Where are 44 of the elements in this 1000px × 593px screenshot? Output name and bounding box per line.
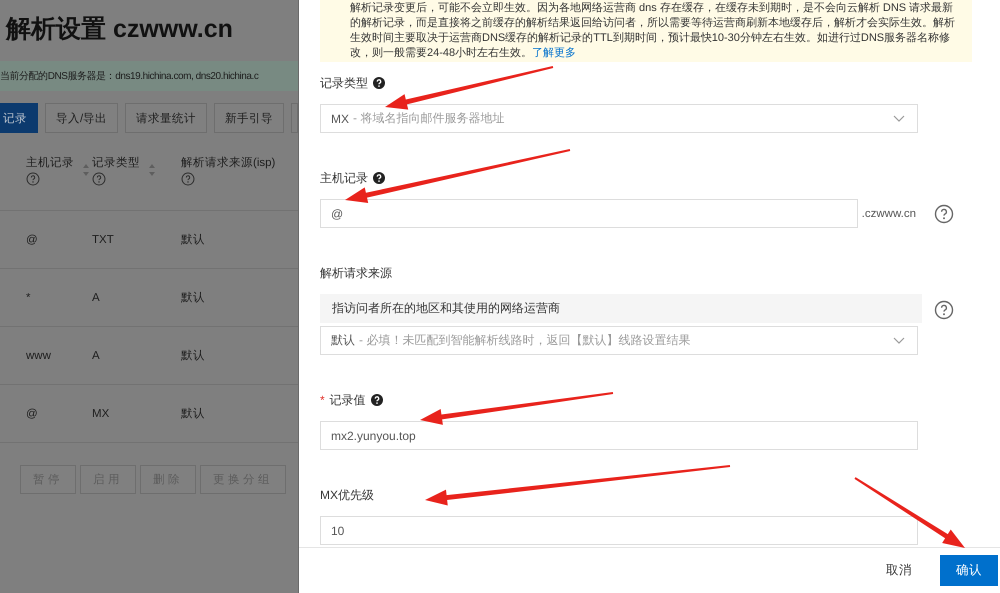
input-field[interactable]: 10: [320, 516, 918, 545]
table-cell: MX: [92, 408, 110, 420]
dns-server-notice: 当前分配的DNS服务器是：dns19.hichina.com, dns20.hichina.c: [0, 61, 298, 91]
field-label: 解析请求来源: [320, 264, 392, 282]
field-label: MX优先级: [320, 486, 374, 504]
notice-text: 解析记录变更后，可能不会立即生效。因为各地网络运营商 dns 存在缓存，在缓存未到期时，是不会向云解析 DNS 请求最新的解析记录，而是直接将之前缓存的解析结果返回给访问者，所以需要等待运营商刷新本地缓存后，解析才会实际生效。解析生效时间主要取决于运营商DNS缓存的解析记录的TTL到期时间，预计最快10-30分钟左右生效。如进行过DNS服务器名称修改，则一般需要24-48小时左右生效。了解更多: [320, 0, 972, 62]
column-header: 主机记录: [26, 155, 74, 170]
chevron-down-icon: [893, 336, 905, 344]
table-cell: *: [26, 292, 30, 304]
confirm-button[interactable]: 确认: [940, 555, 998, 586]
help-icon[interactable]: [92, 172, 106, 186]
input-field[interactable]: @: [320, 199, 858, 228]
table-cell: www: [26, 350, 51, 362]
required-mark: *: [320, 393, 325, 407]
help-icon[interactable]: [26, 172, 40, 186]
help-icon[interactable]: [934, 300, 954, 320]
table-cell: 默认: [181, 408, 205, 420]
table-cell: A: [92, 350, 100, 362]
table-cell: 默认: [181, 292, 205, 304]
isp-select[interactable]: 默认 - 必填！未匹配到智能解析线路时，返回【默认】线路设置结果: [320, 326, 918, 355]
input-field[interactable]: mx2.yunyou.top: [320, 421, 918, 450]
description-text: 指访问者所在的地区和其使用的网络运营商: [320, 294, 922, 323]
table-cell: 默认: [181, 234, 205, 246]
learn-more-link[interactable]: 了解更多: [532, 47, 576, 59]
column-header: 解析请求来源(isp): [181, 156, 276, 170]
table-cell: TXT: [92, 234, 114, 246]
help-icon[interactable]: [181, 172, 195, 186]
field-label: 记录值: [330, 392, 366, 408]
table-cell: @: [26, 234, 38, 246]
field-label: 主机记录: [320, 170, 368, 186]
table-cell: A: [92, 292, 100, 304]
table-cell: @: [26, 408, 38, 420]
field-label: 记录类型: [320, 74, 368, 92]
domain-suffix: .czwww.cn: [862, 208, 916, 220]
tab[interactable]: 请求量统计: [125, 103, 208, 133]
record-type-select[interactable]: MX - 将域名指向邮件服务器地址: [320, 104, 918, 133]
help-icon[interactable]: [934, 204, 954, 224]
column-header: 记录类型: [92, 156, 140, 170]
table-cell: 默认: [181, 350, 205, 362]
tab[interactable]: 导入/导出: [45, 103, 118, 133]
chevron-down-icon: [893, 114, 905, 122]
tab[interactable]: 新手引导: [214, 103, 284, 133]
page-title: 解析设置 czwww.cn: [6, 14, 234, 45]
tab[interactable]: 记录: [0, 103, 38, 133]
